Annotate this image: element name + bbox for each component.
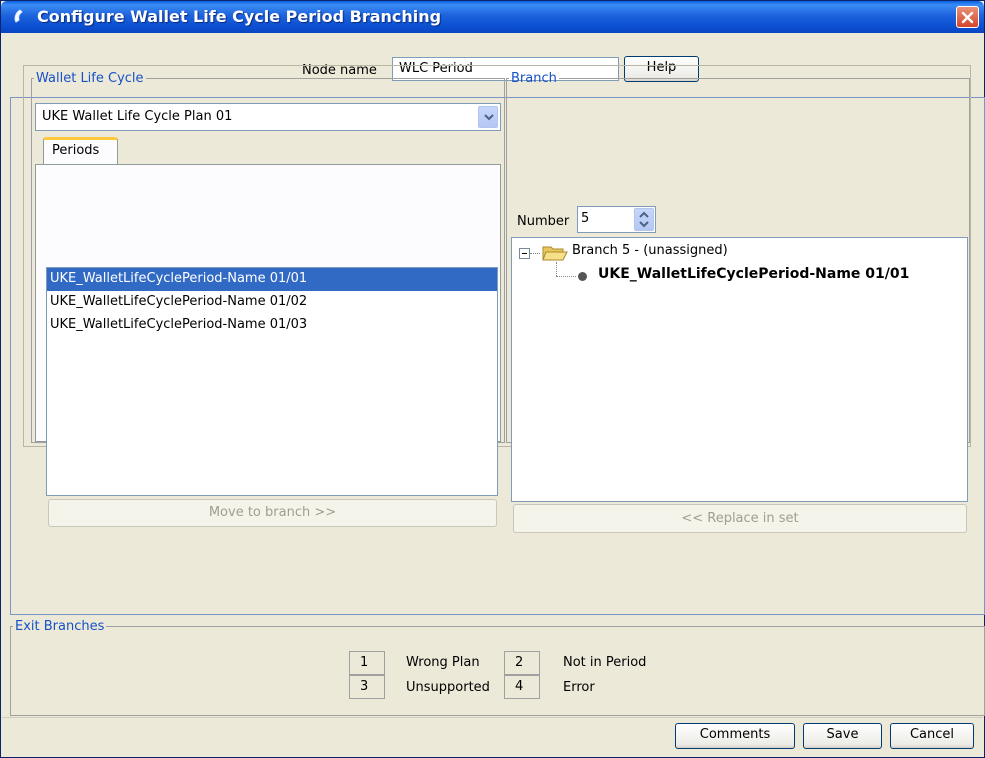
plan-select-value: UKE Wallet Life Cycle Plan 01 <box>42 109 233 124</box>
exit-branches-legend: Exit Branches <box>15 619 105 634</box>
branch-number-value: 5 <box>581 211 590 226</box>
exit-branch-number: 2 <box>504 651 540 675</box>
replace-in-set-button[interactable]: << Replace in set <box>513 504 967 533</box>
collapse-toggle-icon[interactable] <box>519 248 530 259</box>
number-label: Number <box>517 214 570 229</box>
list-item[interactable]: UKE_WalletLifeCyclePeriod-Name 01/03 <box>47 314 497 337</box>
phone-handset-icon <box>11 7 31 27</box>
tree-root-label[interactable]: Branch 5 - (unassigned) <box>572 243 728 258</box>
exit-branch-label: Unsupported <box>406 680 490 695</box>
dialog-window: Configure Wallet Life Cycle Period Branc… <box>0 0 985 758</box>
close-icon <box>961 11 974 24</box>
exit-branches-group: Exit Branches <box>10 619 985 716</box>
leaf-bullet-icon <box>578 272 587 281</box>
folder-open-icon <box>541 243 569 267</box>
up-down-arrows-icon <box>639 211 649 228</box>
list-item[interactable]: UKE_WalletLifeCyclePeriod-Name 01/02 <box>47 291 497 314</box>
tree-connector <box>556 276 576 277</box>
title-bar[interactable]: Configure Wallet Life Cycle Period Branc… <box>1 1 984 33</box>
plan-select[interactable]: UKE Wallet Life Cycle Plan 01 <box>35 103 501 131</box>
exit-branch-label: Wrong Plan <box>406 655 480 670</box>
close-button[interactable] <box>956 6 979 28</box>
periods-list[interactable]: UKE_WalletLifeCyclePeriod-Name 01/01 UKE… <box>46 267 498 496</box>
exit-branch-number: 3 <box>349 675 385 699</box>
cancel-button[interactable]: Cancel <box>890 723 974 749</box>
button-bar: Comments Save Cancel <box>2 717 983 757</box>
dropdown-arrow-button[interactable] <box>478 106 498 128</box>
save-button[interactable]: Save <box>803 723 882 749</box>
wallet-life-cycle-legend: Wallet Life Cycle <box>36 71 144 86</box>
exit-branch-label: Not in Period <box>563 655 647 670</box>
tab-periods[interactable]: Periods <box>43 137 118 165</box>
window-title: Configure Wallet Life Cycle Period Branc… <box>37 7 442 26</box>
exit-branch-label: Error <box>563 680 595 695</box>
chevron-down-icon <box>484 114 494 121</box>
move-to-branch-button[interactable]: Move to branch >> <box>48 499 497 527</box>
comments-button[interactable]: Comments <box>675 723 795 749</box>
spinner-buttons[interactable] <box>634 208 654 231</box>
exit-branch-number: 4 <box>504 675 540 699</box>
tree-leaf-label[interactable]: UKE_WalletLifeCyclePeriod-Name 01/01 <box>598 266 909 282</box>
tree-connector <box>530 253 540 254</box>
exit-branch-number: 1 <box>349 651 385 675</box>
branch-number-spinner[interactable]: 5 <box>577 206 656 233</box>
branch-legend: Branch <box>511 71 557 86</box>
tree-connector <box>556 262 557 276</box>
list-item[interactable]: UKE_WalletLifeCyclePeriod-Name 01/01 <box>47 268 497 291</box>
branch-tree[interactable]: Branch 5 - (unassigned) UKE_WalletLifeCy… <box>511 237 968 502</box>
